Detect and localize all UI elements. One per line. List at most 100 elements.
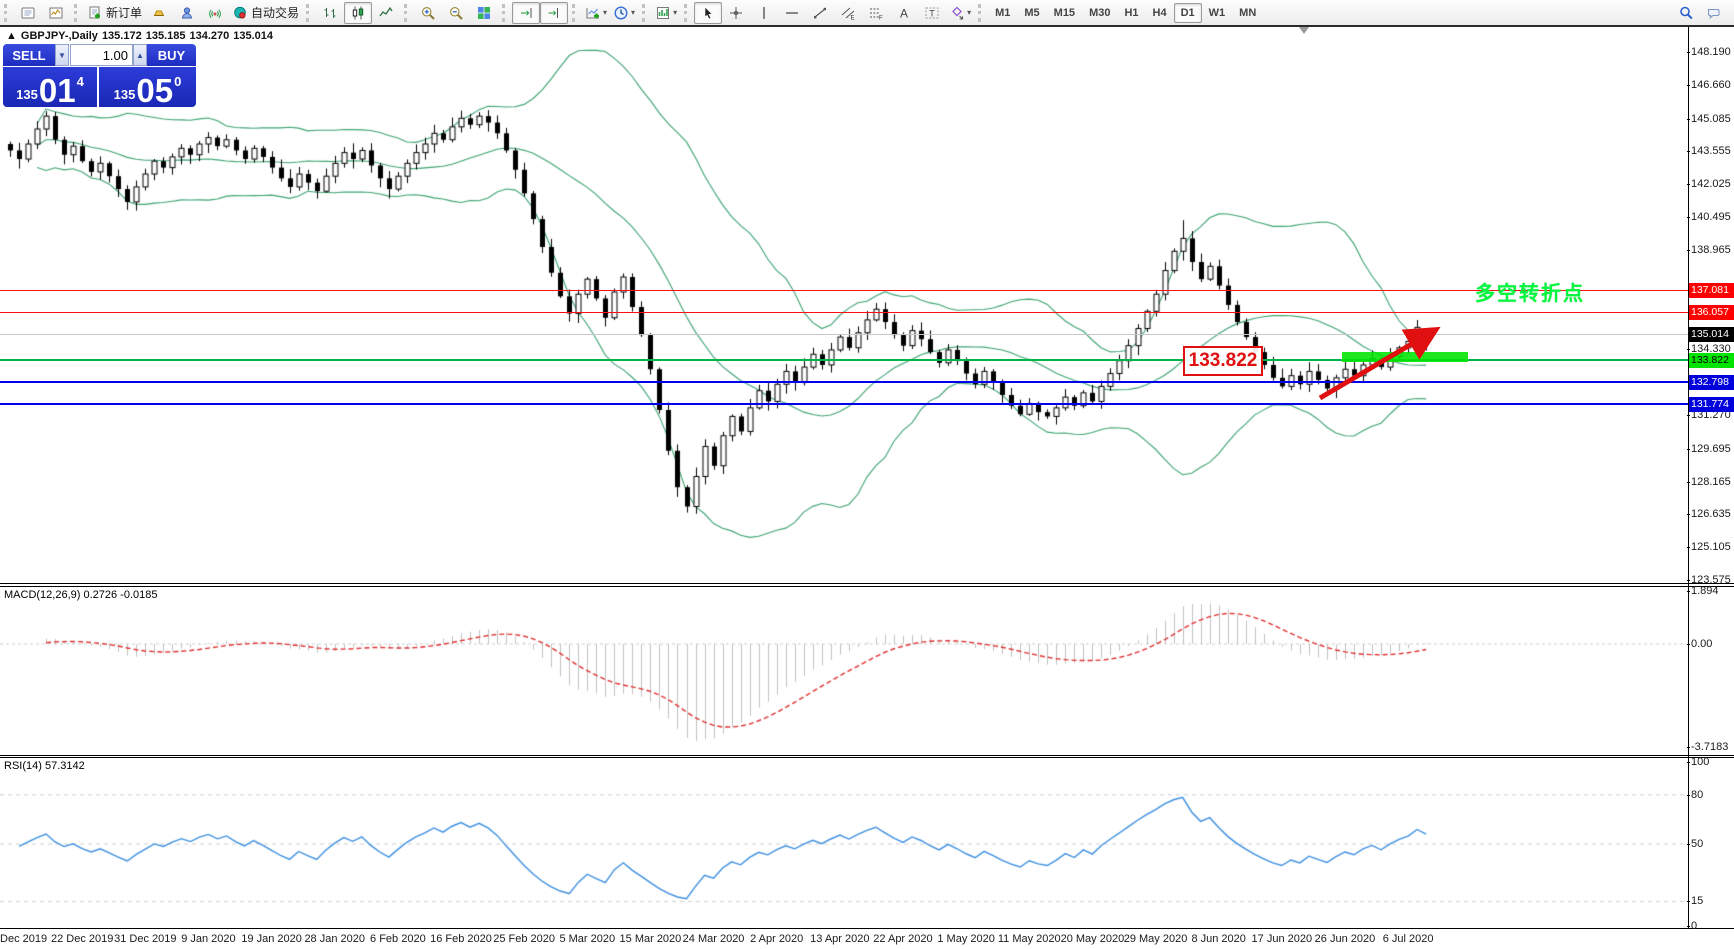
sell-button[interactable]: SELL — [3, 44, 55, 66]
macd-label: MACD(12,26,9) 0.2726 -0.0185 — [4, 589, 157, 601]
zoom-out-button[interactable] — [442, 2, 470, 24]
volume-input[interactable]: 1.00 — [70, 44, 133, 66]
timeframe-w1-button[interactable]: W1 — [1202, 3, 1233, 23]
chart-canvas[interactable] — [0, 0, 1734, 949]
candlechart-icon — [350, 5, 366, 21]
toolbar-grip[interactable] — [642, 4, 650, 22]
toolbar-grip[interactable] — [4, 4, 12, 22]
toolbar-grip[interactable] — [684, 4, 692, 22]
shapes-tool-dropdown-caret[interactable]: ▾ — [967, 8, 971, 17]
ohlc-high: 135.185 — [146, 30, 186, 42]
trendline-tool-button[interactable] — [806, 2, 834, 24]
new-order-label: 新订单 — [106, 4, 142, 21]
hline-136-057[interactable] — [0, 312, 1688, 313]
label-tool-button[interactable]: T — [918, 2, 946, 24]
data-window-button[interactable] — [42, 2, 70, 24]
timeframe-h4-button[interactable]: H4 — [1146, 3, 1174, 23]
toolbar-grip[interactable] — [74, 4, 82, 22]
buy-price-prefix: 135 — [114, 87, 136, 102]
zoom-in-button[interactable] — [414, 2, 442, 24]
templates-dropdown-caret[interactable]: ▾ — [673, 8, 677, 17]
shapes-tool-button[interactable]: ▾ — [946, 2, 974, 24]
candle-chart-mode-button[interactable] — [344, 2, 372, 24]
timeframe-m1-button[interactable]: M1 — [988, 3, 1017, 23]
periods-dropdown-caret[interactable]: ▾ — [631, 8, 635, 17]
annotation-text[interactable]: 多空转折点 — [1475, 277, 1585, 306]
autotrading-button[interactable]: 自动交易 — [229, 2, 302, 24]
vline-tool-button[interactable] — [750, 2, 778, 24]
linechart-icon — [378, 5, 394, 21]
tile-icon — [476, 5, 492, 21]
timeframe-m15-button[interactable]: M15 — [1047, 3, 1082, 23]
trendline-icon — [812, 5, 828, 21]
periods-button[interactable]: ▾ — [610, 2, 638, 24]
text-tool-button[interactable]: A — [890, 2, 918, 24]
timeframe-m5-button[interactable]: M5 — [1017, 3, 1046, 23]
buy-button[interactable]: BUY — [147, 44, 196, 66]
timeframe-h1-button[interactable]: H1 — [1117, 3, 1145, 23]
price-axis-tick: 143.555 — [1691, 145, 1734, 157]
fibo-icon: F — [868, 5, 884, 21]
date-axis-label: 29 May 2020 — [1124, 933, 1188, 945]
chart-shift-marker[interactable] — [1299, 27, 1309, 34]
mql-community-button[interactable] — [173, 2, 201, 24]
macd-pane-top-border[interactable] — [0, 586, 1734, 587]
sell-price[interactable]: 135 01 4 — [3, 67, 97, 107]
toolbar-grip[interactable] — [306, 4, 314, 22]
barchart-icon — [322, 5, 338, 21]
date-axis-label: 17 Jun 2020 — [1252, 933, 1313, 945]
toolbar-grip[interactable] — [978, 4, 986, 22]
price-axis-tick: 138.965 — [1691, 244, 1734, 256]
chart-shift-button[interactable] — [540, 2, 568, 24]
search-button[interactable] — [1672, 2, 1700, 24]
price-axis-tick: 125.105 — [1691, 541, 1734, 553]
market-watch-button[interactable] — [145, 2, 173, 24]
toolbar-grip[interactable] — [572, 4, 580, 22]
rsi-pane-top-border[interactable] — [0, 757, 1734, 758]
date-axis-label: 9 Jan 2020 — [181, 933, 235, 945]
price-label-box[interactable]: 133.822 — [1183, 346, 1263, 376]
chart-title: ▲GBPJPY-,Daily135.172135.185134.270135.0… — [6, 30, 277, 42]
hline-tool-button[interactable] — [778, 2, 806, 24]
new-chart-dropdown-caret[interactable]: ▾ — [603, 8, 607, 17]
quote-panel-toggle-icon[interactable]: ▲ — [6, 30, 17, 42]
bar-chart-mode-button[interactable] — [316, 2, 344, 24]
autoscroll-icon — [518, 5, 534, 21]
price-badge-136-057: 136.057 — [1689, 305, 1734, 320]
chart-window-button[interactable] — [14, 2, 42, 24]
crosshair-tool-button[interactable] — [722, 2, 750, 24]
sell-price-sup: 4 — [77, 74, 84, 89]
date-axis-label: 26 Jun 2020 — [1315, 933, 1376, 945]
timeframe-d1-button[interactable]: D1 — [1174, 3, 1202, 23]
fibonacci-tool-button[interactable]: F — [862, 2, 890, 24]
ohlc-open: 135.172 — [102, 30, 142, 42]
timeframe-m30-button[interactable]: M30 — [1082, 3, 1117, 23]
svg-text:T: T — [929, 8, 935, 18]
templates-button[interactable]: ▾ — [652, 2, 680, 24]
price-axis-tick: 142.025 — [1691, 178, 1734, 190]
auto-scroll-button[interactable] — [512, 2, 540, 24]
date-axis-label: 22 Dec 2019 — [51, 933, 113, 945]
price-badge-137-081: 137.081 — [1689, 283, 1734, 298]
toolbar-grip[interactable] — [502, 4, 510, 22]
volume-down-button[interactable]: ▼ — [55, 44, 69, 66]
timeframe-mn-button[interactable]: MN — [1232, 3, 1263, 23]
price-badge-131-774: 131.774 — [1689, 397, 1734, 412]
buy-price[interactable]: 135 05 0 — [99, 67, 196, 107]
toolbar-grip[interactable] — [404, 4, 412, 22]
toolbar: 新订单 自动交易 ▾ ▾ ▾ EFA T ▾ M1M5M15M30H1H4D1W1MN — [0, 0, 1734, 25]
community-button[interactable] — [1700, 2, 1728, 24]
price-axis-tick: 128.165 — [1691, 476, 1734, 488]
signals-button[interactable] — [201, 2, 229, 24]
tile-windows-button[interactable] — [470, 2, 498, 24]
trend-arrow[interactable] — [1310, 318, 1450, 410]
autotrading-label: 自动交易 — [251, 4, 299, 21]
channel-tool-button[interactable]: E — [834, 2, 862, 24]
hline-137-081[interactable] — [0, 290, 1688, 291]
volume-up-button[interactable]: ▲ — [133, 44, 147, 66]
line-chart-mode-button[interactable] — [372, 2, 400, 24]
rsi-label: RSI(14) 57.3142 — [4, 760, 85, 772]
cursor-tool-button[interactable] — [694, 2, 722, 24]
new-order-button[interactable]: 新订单 — [84, 2, 145, 24]
new-chart-button[interactable]: ▾ — [582, 2, 610, 24]
